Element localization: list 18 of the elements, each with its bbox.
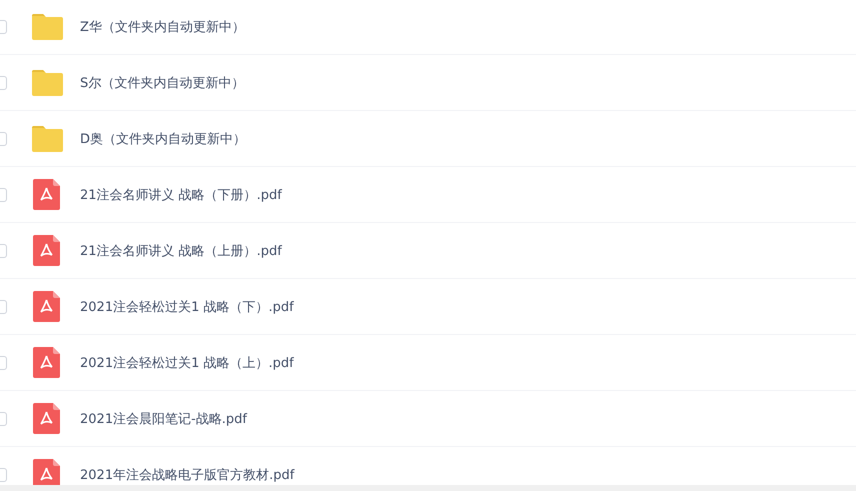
pdf-file-icon [33, 291, 60, 322]
folder-icon [31, 124, 64, 152]
folder-icon [31, 68, 64, 96]
file-name[interactable]: 2021年注会战略电子版官方教材.pdf [80, 466, 294, 484]
file-name[interactable]: 21注会名师讲义 战略（下册）.pdf [80, 186, 282, 204]
pdf-file-icon [33, 347, 60, 378]
pdf-file-icon [33, 235, 60, 266]
file-name[interactable]: D奥（文件夹内自动更新中） [80, 130, 246, 148]
pdf-file-icon [33, 403, 60, 434]
file-name[interactable]: 2021注会晨阳笔记-战略.pdf [80, 410, 247, 428]
file-name[interactable]: S尔（文件夹内自动更新中） [80, 74, 244, 92]
pdf-file-icon [33, 179, 60, 210]
folder-icon [31, 12, 64, 40]
file-name[interactable]: Z华（文件夹内自动更新中） [80, 18, 245, 36]
pdf-file-icon [33, 459, 60, 485]
file-name[interactable]: 21注会名师讲义 战略（上册）.pdf [80, 242, 282, 260]
file-name[interactable]: 2021注会轻松过关1 战略（上）.pdf [80, 354, 294, 372]
file-name[interactable]: 2021注会轻松过关1 战略（下）.pdf [80, 298, 294, 316]
